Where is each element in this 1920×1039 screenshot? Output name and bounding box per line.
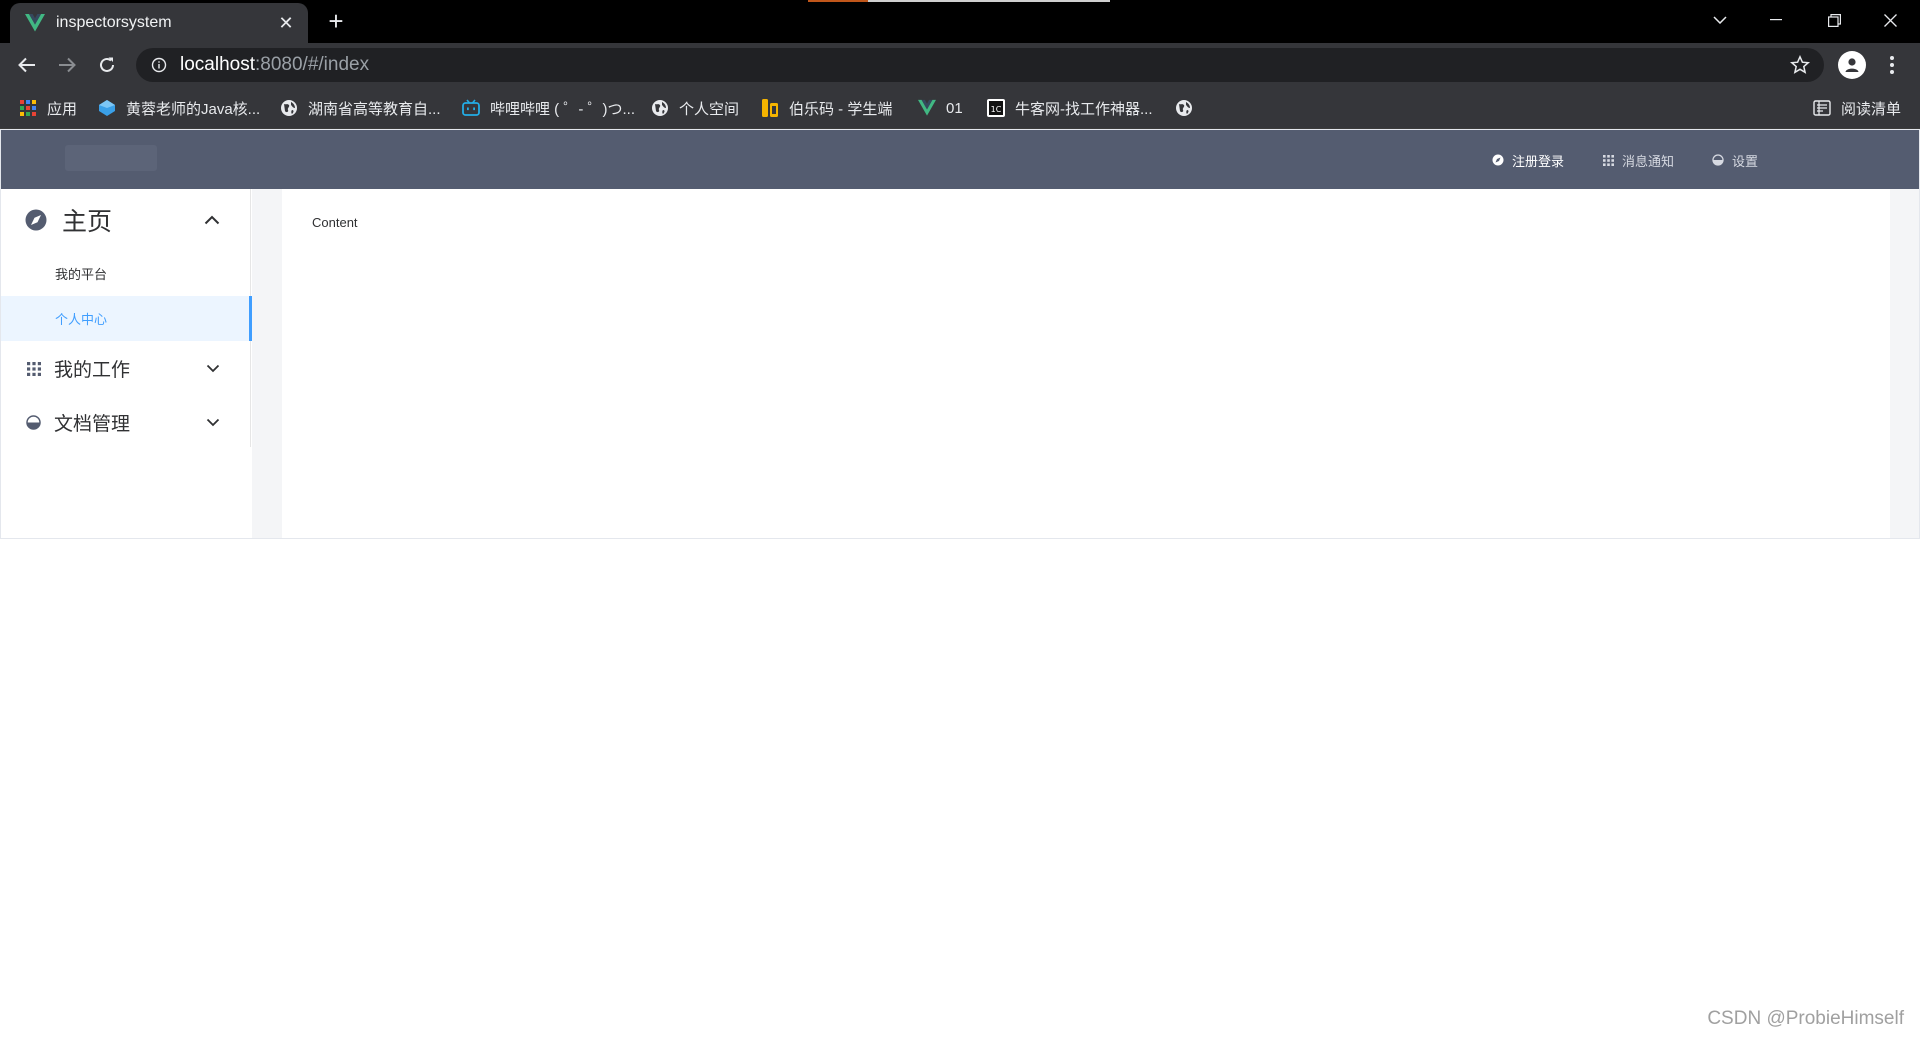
grid-icon: [26, 361, 41, 376]
half-circle-icon: [26, 414, 41, 430]
grid-icon: [1602, 154, 1614, 166]
minimize-icon[interactable]: [1748, 0, 1804, 40]
browser-tab[interactable]: inspectorsystem ✕: [10, 3, 308, 43]
menu-group-title: 我的工作: [54, 360, 131, 381]
compass-icon: [1492, 154, 1504, 166]
menu-group-document-management[interactable]: 文档管理: [1, 396, 250, 448]
sidebar-item-my-platform[interactable]: 我的平台: [1, 251, 250, 296]
gem-icon: [98, 99, 116, 117]
bookmark-item[interactable]: 伯乐码 - 学生端: [761, 96, 892, 120]
bookmark-label: 牛客网-找工作神器...: [1015, 100, 1153, 118]
bookmark-item[interactable]: 哔哩哔哩 ( ゜- ゜)つ...: [462, 96, 635, 120]
reading-list-icon: [1813, 99, 1831, 117]
restore-icon[interactable]: [1806, 0, 1862, 40]
nowcoder-icon: 1C: [987, 99, 1005, 117]
new-tab-button[interactable]: +: [320, 6, 352, 38]
logo-placeholder: [65, 145, 157, 171]
header-settings[interactable]: 设置: [1712, 148, 1758, 172]
browser-menu-icon[interactable]: [1880, 51, 1904, 79]
tab-search-icon[interactable]: [1692, 0, 1748, 40]
reading-list-button[interactable]: 阅读清单: [1813, 96, 1901, 120]
svg-text:1C: 1C: [991, 105, 1002, 114]
chevron-up-icon: [204, 215, 220, 225]
vue-icon: [918, 99, 936, 117]
bookmark-item[interactable]: 湖南省高等教育自...: [280, 96, 441, 120]
reading-list-label: 阅读清单: [1841, 100, 1902, 118]
menu-group-title: 文档管理: [54, 413, 131, 435]
header-item-label: 注册登录: [1512, 153, 1565, 169]
bookmark-star-icon[interactable]: [1789, 54, 1811, 75]
titlebar-light-strip: [868, 0, 1110, 2]
tab-close-icon[interactable]: ✕: [276, 13, 296, 34]
layout-gutter-right: [1890, 189, 1919, 538]
layout-gutter-left: [252, 189, 282, 538]
app-container: 注册登录 消息通知 设置 主页 我的平台 个人中心 我的工作 文档管理 Cont…: [0, 129, 1920, 539]
profile-avatar-icon[interactable]: [1838, 51, 1866, 79]
bookmark-label: 01: [946, 99, 963, 117]
tab-title: inspectorsystem: [56, 14, 172, 31]
url-path: :8080/#/index: [255, 54, 370, 75]
bookmark-item[interactable]: 01: [918, 96, 963, 120]
vue-icon: [24, 13, 46, 33]
bookmark-label: 湖南省高等教育自...: [308, 100, 441, 118]
site-info-icon[interactable]: [150, 56, 168, 74]
apps-grid-icon: [19, 99, 37, 117]
menu-group-home[interactable]: 主页: [1, 189, 250, 251]
header-register-login[interactable]: 注册登录: [1492, 148, 1564, 172]
bookmark-label: 个人空间: [679, 100, 740, 118]
bookmark-item[interactable]: 黄蓉老师的Java核...: [98, 96, 260, 120]
globe-icon: [280, 99, 298, 117]
bookmark-item[interactable]: 应用: [19, 96, 77, 120]
browser-toolbar: localhost:8080/#/index: [0, 43, 1920, 87]
content-text: Content: [312, 215, 358, 230]
header-item-label: 消息通知: [1622, 153, 1675, 169]
titlebar-accent-strip: [808, 0, 868, 2]
header-notifications[interactable]: 消息通知: [1602, 148, 1674, 172]
reload-icon[interactable]: [91, 49, 123, 81]
bookmark-item[interactable]: 个人空间: [651, 96, 739, 120]
main-content: Content: [282, 189, 1890, 538]
bookmarks-bar: 应用 黄蓉老师的Java核... 湖南省高等教育自... 哔哩哔哩 ( ゜- ゜…: [0, 87, 1920, 129]
app-header: 注册登录 消息通知 设置: [1, 130, 1919, 189]
compass-icon: [25, 209, 47, 231]
bookmark-label: 黄蓉老师的Java核...: [126, 100, 261, 118]
sidebar-menu: 主页 我的平台 个人中心 我的工作 文档管理: [1, 189, 252, 538]
menu-group-title: 主页: [62, 208, 113, 236]
chevron-down-icon: [206, 364, 220, 373]
bole-icon: [761, 99, 779, 117]
menu-group-my-work[interactable]: 我的工作: [1, 341, 250, 396]
globe-icon: [1175, 99, 1193, 117]
bookmark-item[interactable]: [1175, 96, 1203, 120]
url-text: localhost:8080/#/index: [180, 54, 369, 76]
forward-arrow-icon[interactable]: [51, 49, 83, 81]
sidebar-item-personal-center[interactable]: 个人中心: [1, 296, 250, 341]
bookmark-item[interactable]: 1C 牛客网-找工作神器...: [987, 96, 1153, 120]
bookmark-label: 伯乐码 - 学生端: [789, 100, 893, 118]
address-bar[interactable]: localhost:8080/#/index: [136, 48, 1824, 82]
browser-titlebar: inspectorsystem ✕ +: [0, 0, 1920, 43]
chevron-down-icon: [206, 418, 220, 427]
url-host: localhost: [180, 54, 255, 75]
bookmark-label: 应用: [47, 100, 78, 118]
close-window-icon[interactable]: [1862, 0, 1918, 40]
watermark-text: CSDN @ProbieHimself: [1707, 1008, 1904, 1029]
globe-icon: [651, 99, 669, 117]
bookmark-label: 哔哩哔哩 ( ゜- ゜)つ...: [490, 100, 635, 118]
half-circle-icon: [1712, 154, 1724, 166]
back-arrow-icon[interactable]: [11, 49, 43, 81]
header-item-label: 设置: [1732, 153, 1759, 169]
bilibili-icon: [462, 99, 480, 117]
